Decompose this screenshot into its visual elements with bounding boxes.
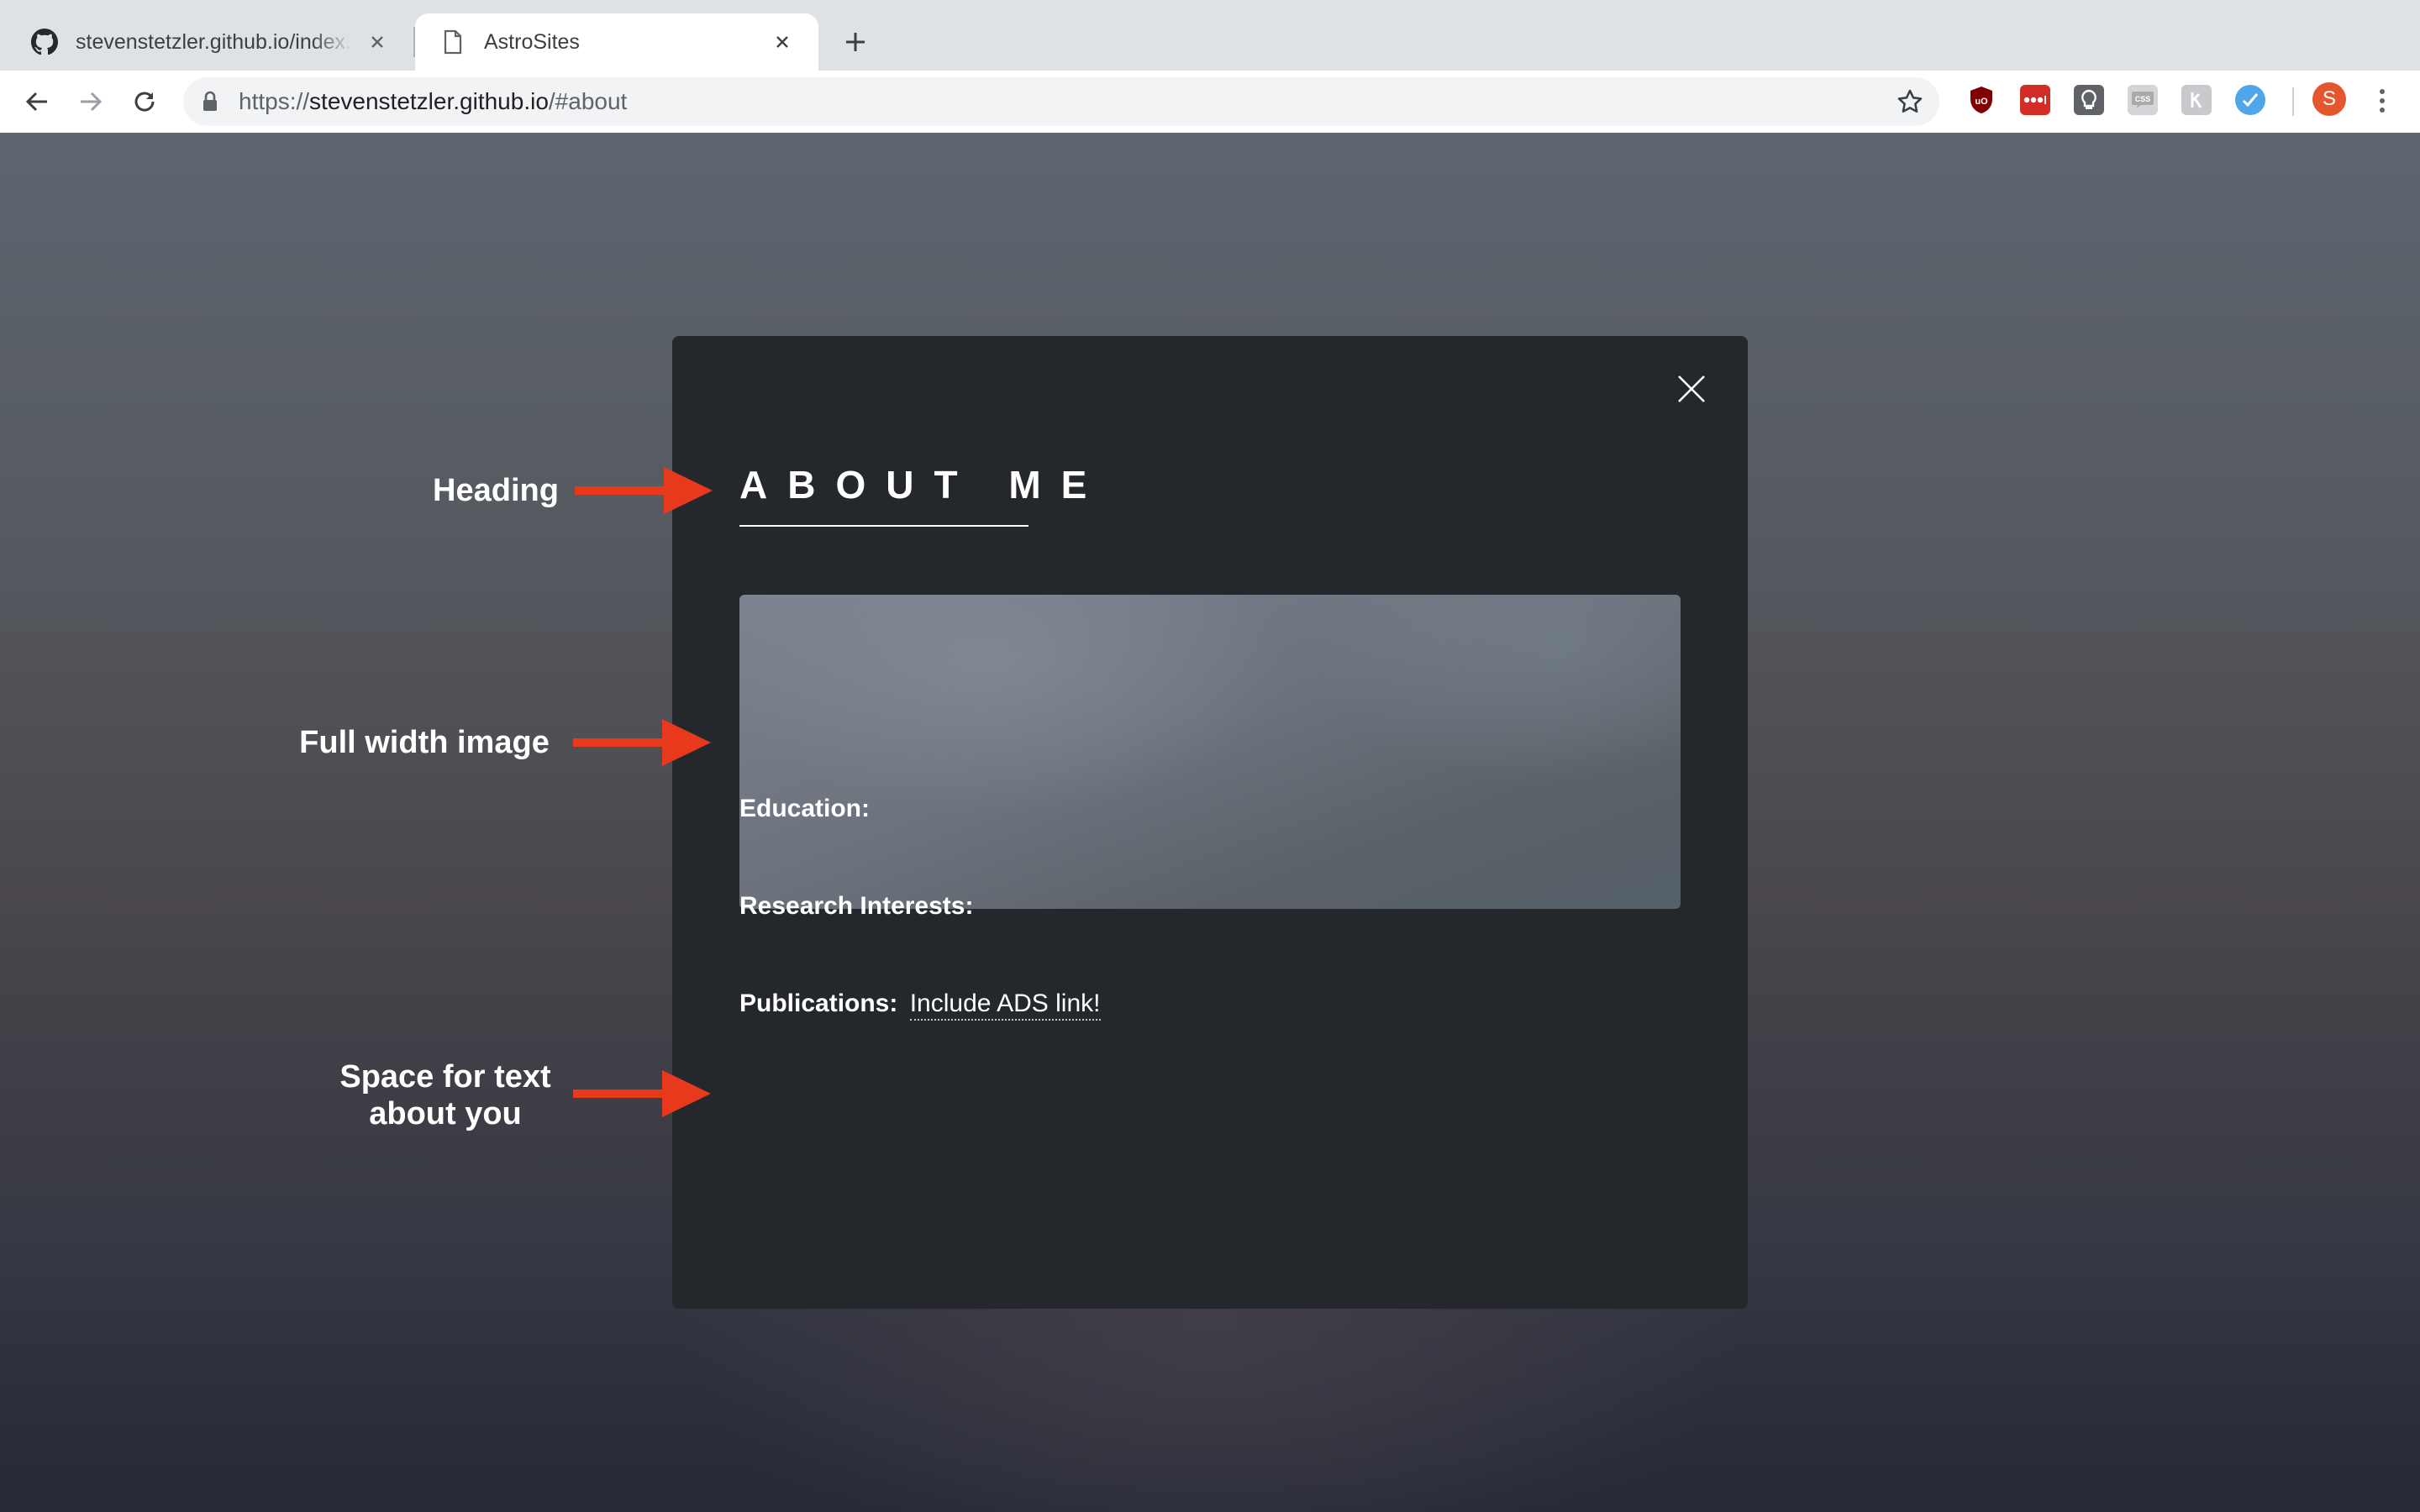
script-k-icon[interactable]: [2181, 85, 2212, 115]
annotation-text-line1: Space for text: [339, 1059, 551, 1095]
annotation-arrow-heading: [575, 467, 713, 514]
profile-avatar[interactable]: S: [2312, 82, 2346, 116]
publications-line: Publications: Include ADS link!: [739, 990, 1101, 1021]
annotation-heading: Heading: [433, 473, 559, 508]
full-width-image: [739, 595, 1681, 909]
close-icon[interactable]: [1675, 372, 1708, 406]
research-interests-label: Research Interests:: [739, 892, 974, 920]
annotation-text-line2: about you: [369, 1096, 522, 1131]
bookmark-star-icon[interactable]: [1896, 87, 1924, 120]
new-tab-icon[interactable]: [839, 25, 872, 59]
lastpass-icon[interactable]: [2020, 85, 2050, 115]
close-tab-icon[interactable]: [365, 29, 390, 55]
ads-link[interactable]: Include ADS link!: [909, 990, 1101, 1021]
tab-title: AstroSites: [484, 29, 580, 54]
svg-text:CSS: CSS: [2135, 95, 2151, 103]
toolbar-divider: [2292, 87, 2294, 116]
back-arrow-icon[interactable]: [20, 85, 54, 118]
research-interests-line: Research Interests:: [739, 892, 973, 921]
ublock-shield-icon[interactable]: uO: [1966, 85, 1996, 115]
tab-github[interactable]: stevenstetzler.github.io/index.h: [7, 13, 413, 71]
education-label: Education:: [739, 795, 870, 822]
more-menu-icon[interactable]: [2370, 84, 2395, 118]
annotation-text-space: Space for text about you: [328, 1058, 563, 1132]
about-modal: ABOUT ME Education: Research Interests: …: [672, 336, 1748, 1309]
forward-arrow-icon[interactable]: [74, 85, 108, 118]
reload-icon[interactable]: [128, 85, 161, 118]
close-tab-icon[interactable]: [770, 29, 795, 55]
vimeo-check-icon[interactable]: [2235, 85, 2265, 115]
lock-icon: [202, 91, 218, 117]
lightbulb-icon[interactable]: [2074, 85, 2104, 115]
address-bar[interactable]: https://stevenstetzler.github.io/#about: [183, 77, 1939, 126]
github-icon: [30, 28, 59, 56]
page-icon: [439, 28, 467, 56]
page-viewport: ABOUT ME Education: Research Interests: …: [0, 133, 2420, 1512]
tab-astrosites[interactable]: AstroSites: [415, 13, 818, 71]
url-text: https://stevenstetzler.github.io/#about: [239, 88, 628, 114]
about-heading: ABOUT ME: [739, 463, 1107, 507]
tab-strip: stevenstetzler.github.io/index.h AstroSi…: [0, 0, 2420, 71]
publications-label: Publications:: [739, 990, 898, 1017]
tab-title: stevenstetzler.github.io/index.h: [76, 29, 353, 54]
annotation-full-width-image: Full width image: [299, 725, 550, 760]
css-viewer-icon[interactable]: CSS: [2128, 85, 2158, 115]
browser-toolbar: https://stevenstetzler.github.io/#about …: [0, 71, 2420, 134]
education-line: Education:: [739, 795, 870, 823]
heading-underline: [739, 525, 1028, 527]
svg-text:uO: uO: [1975, 97, 1988, 107]
annotation-arrow-image: [573, 719, 711, 766]
annotation-arrow-text: [573, 1070, 711, 1117]
